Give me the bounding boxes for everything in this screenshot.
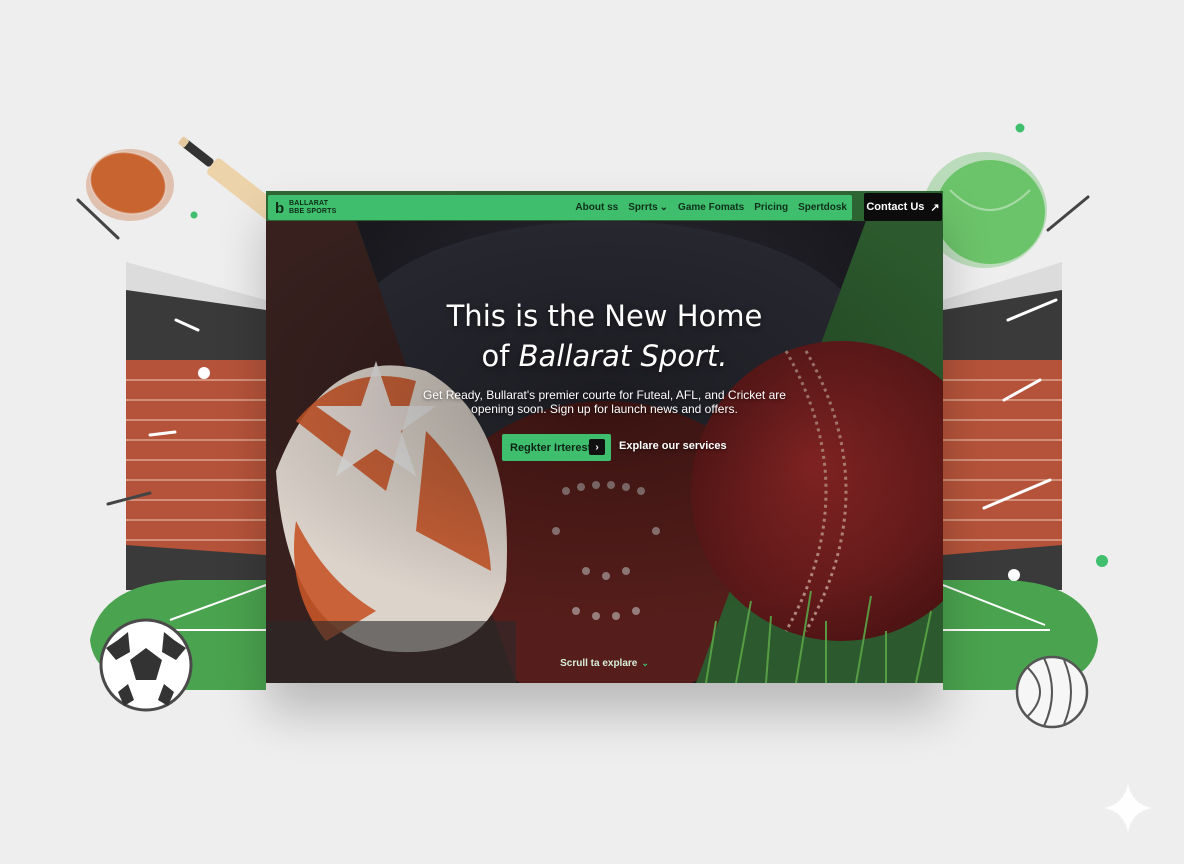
sparkle-icon bbox=[1104, 784, 1152, 832]
hero-title-line1: This is the New Home bbox=[446, 299, 763, 333]
nav-link-sports-label: Sprrts bbox=[628, 202, 658, 213]
cricket-bat-icon bbox=[178, 136, 280, 221]
register-interest-button[interactable]: Regkter Irterest › bbox=[502, 434, 611, 461]
explore-services-link[interactable]: Explare our services bbox=[619, 440, 727, 452]
top-navigation: b BALLARAT BBE SPORTS About ss Sprrts ⌄ G… bbox=[268, 195, 852, 220]
logo-text-line1: BALLARAT bbox=[289, 200, 329, 207]
chevron-right-icon: › bbox=[589, 439, 605, 455]
chevron-down-icon: ⌄ bbox=[659, 202, 669, 213]
hero-subtitle: Get Ready, Bullarat's premier courte for… bbox=[423, 388, 786, 416]
nav-link-pricing[interactable]: Pricing bbox=[754, 202, 788, 213]
register-interest-label: Regkter Irterest bbox=[510, 441, 592, 454]
afl-ball-icon bbox=[86, 149, 174, 221]
contact-us-label: Contact Us bbox=[866, 201, 925, 213]
illustration-frame: b BALLARAT BBE SPORTS About ss Sprrts ⌄ G… bbox=[0, 0, 1184, 864]
nav-link-game-formats[interactable]: Game Fomats bbox=[678, 202, 744, 213]
logo-icon: b bbox=[275, 200, 285, 217]
hero-title-emphasis: Ballarat Sport. bbox=[518, 339, 728, 373]
hero-title-line2: of Ballarat Sport. bbox=[266, 337, 943, 375]
soccer-ball-icon bbox=[99, 618, 193, 712]
cricket-ball-icon bbox=[1015, 655, 1089, 729]
contact-us-button[interactable]: Contact Us ↗ bbox=[864, 193, 942, 221]
nav-links: About ss Sprrts ⌄ Game Fomats Pricing Spe… bbox=[575, 195, 847, 220]
brand-logo[interactable]: b BALLARAT BBE SPORTS bbox=[273, 199, 336, 217]
nav-link-sports[interactable]: Sprrts ⌄ bbox=[628, 202, 668, 213]
scroll-hint-label: Scrull ta explare bbox=[560, 658, 638, 669]
nav-link-sportdesk[interactable]: Spertdosk bbox=[798, 202, 847, 213]
chevron-down-icon: ⌄ bbox=[641, 658, 649, 668]
hero-title-prefix: of bbox=[481, 339, 519, 373]
website-screenshot: b BALLARAT BBE SPORTS About ss Sprrts ⌄ G… bbox=[266, 191, 943, 683]
scroll-to-explore[interactable]: Scrull ta explare ⌄ bbox=[266, 658, 943, 669]
logo-text-line2: BBE SPORTS bbox=[289, 208, 337, 215]
arrow-up-right-icon: ↗ bbox=[930, 201, 940, 214]
nav-link-about[interactable]: About ss bbox=[575, 202, 618, 213]
